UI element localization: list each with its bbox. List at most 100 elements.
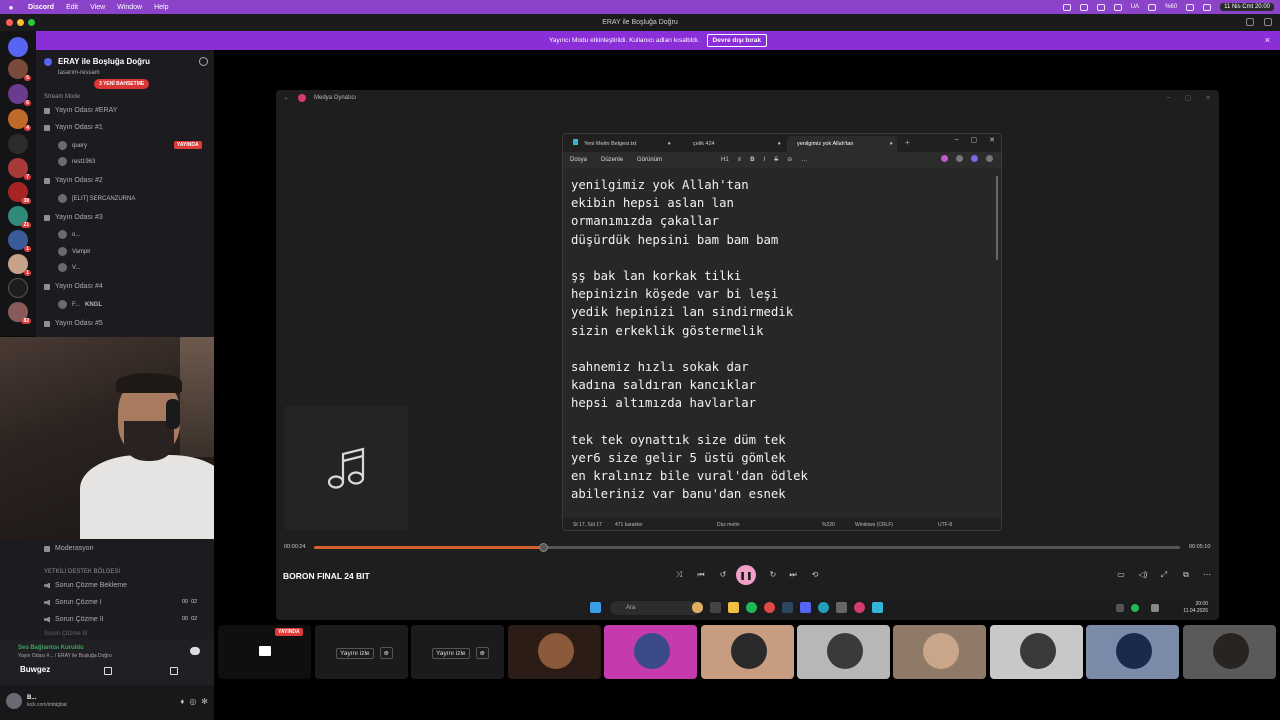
cast-icon[interactable]: ⧉ <box>1179 570 1193 580</box>
more-options-icon[interactable]: ⋯ <box>1200 570 1214 579</box>
channel-moderasyon[interactable]: Moderasyon <box>44 545 94 552</box>
disable-streamer-mode-button[interactable]: Devre dışı bırak <box>706 34 767 47</box>
menu-help[interactable]: Help <box>148 4 174 11</box>
menu-duzenle[interactable]: Düzenle <box>594 157 630 163</box>
disconnect-icon[interactable] <box>190 647 200 655</box>
previous-icon[interactable]: ⏮ <box>694 570 708 580</box>
voice-user[interactable]: F... KNGL <box>58 300 102 309</box>
server-icon[interactable]: 4 <box>8 109 31 131</box>
channel-sorun-cozme-1[interactable]: Sorun Çözme I <box>44 599 102 606</box>
channel-yayin-odasi-4[interactable]: Yayın Odası #4 <box>44 283 103 290</box>
voice-user[interactable]: o... <box>58 230 80 239</box>
menu-dosya[interactable]: Dosya <box>563 157 594 163</box>
notepad-text-area[interactable]: yenilgimiz yok Allah'tan ekibin hepsi asl… <box>563 168 1001 518</box>
bold-icon[interactable]: B <box>750 157 754 163</box>
tab-close-icon[interactable]: ● <box>777 136 781 152</box>
settings-gear-icon[interactable] <box>986 155 993 162</box>
section-stream-mode[interactable]: Stream Mode <box>44 94 80 100</box>
server-icon[interactable]: 6 <box>8 84 31 106</box>
tab-yeni-metin-belgesi[interactable]: Yeni Metin Belgesi.txt ● <box>565 136 675 152</box>
discord-icon[interactable] <box>800 602 811 613</box>
voice-channel-name[interactable]: Yayın Odası #... / ERAY ile Boşluğa Doğr… <box>18 653 112 659</box>
media-player-icon[interactable] <box>854 602 865 613</box>
server-icon[interactable]: 1 <box>8 230 31 252</box>
participant-tile[interactable] <box>893 625 986 679</box>
menu-window[interactable]: Window <box>111 4 148 11</box>
participant-tile[interactable] <box>797 625 890 679</box>
menu-edit[interactable]: Edit <box>60 4 84 11</box>
tray-icon[interactable] <box>1131 604 1139 612</box>
heading-dropdown[interactable]: H1 <box>721 157 729 163</box>
apple-icon[interactable]: ● <box>0 3 22 12</box>
strikethrough-icon[interactable]: S <box>774 157 778 163</box>
profile-icon[interactable] <box>971 155 978 162</box>
maximize-icon[interactable]: ▢ <box>971 136 978 144</box>
miniplayer-icon[interactable]: ▭ <box>1114 570 1128 579</box>
channel-yayin-odasi-3[interactable]: Yayın Odası #3 <box>44 214 103 221</box>
add-member-icon[interactable] <box>199 57 208 66</box>
voice-status[interactable]: Ses Bağlantısı Kuruldu <box>18 645 84 651</box>
voice-user[interactable]: query <box>58 141 87 150</box>
participant-tile[interactable] <box>508 625 601 679</box>
help-icon[interactable] <box>1264 18 1272 26</box>
zoom-icon[interactable]: ⊕ <box>475 647 489 659</box>
keyboard-layout[interactable]: UA <box>1131 4 1139 10</box>
channel-sorun-cozme-3[interactable]: Sorun Çözme III <box>44 631 87 637</box>
fullscreen-icon[interactable]: ⤢ <box>1157 570 1171 580</box>
server-icon[interactable]: 7 <box>8 158 31 180</box>
network-icon[interactable] <box>1151 604 1159 612</box>
participant-tile[interactable] <box>701 625 794 679</box>
edge-icon[interactable] <box>818 602 829 613</box>
voice-user[interactable]: [ELIT] SERCANZURNA <box>58 194 135 203</box>
channel-yayin-odasi-eray[interactable]: Yayın Odası #ERAY <box>44 107 117 114</box>
close-icon[interactable]: × <box>1265 35 1270 45</box>
steam-icon[interactable] <box>782 602 793 613</box>
line-ending[interactable]: Windows (CRLF) <box>855 522 893 528</box>
wifi-icon[interactable] <box>1186 3 1195 11</box>
tab-celik-424[interactable]: çelik 424 ● <box>677 136 785 152</box>
gear-icon[interactable]: ✻ <box>201 697 208 706</box>
rewind-icon[interactable]: ↺ <box>716 570 730 579</box>
avatar[interactable] <box>6 693 22 709</box>
notepad-icon[interactable] <box>872 602 883 613</box>
tab-yenilgimiz-yok[interactable]: yenilgimiz yok Allah'tan ● <box>787 136 897 152</box>
scrollbar[interactable] <box>996 176 998 260</box>
status-icon[interactable] <box>1062 3 1071 11</box>
close-icon[interactable]: ✕ <box>1205 94 1211 102</box>
tab-close-icon[interactable]: ● <box>889 136 893 152</box>
file-explorer-icon[interactable] <box>728 602 739 613</box>
channel-sorun-cozme-bekleme[interactable]: Sorun Çözme Bekleme <box>44 582 127 589</box>
status-icon[interactable] <box>1113 3 1122 11</box>
widgets-icon[interactable] <box>692 602 703 613</box>
new-mentions-badge[interactable]: 3 YENİ BAHSETME <box>94 79 150 89</box>
more-icon[interactable]: … <box>801 157 807 163</box>
app-icon[interactable] <box>836 602 847 613</box>
server-icon[interactable] <box>8 134 28 154</box>
task-view-icon[interactable] <box>710 602 721 613</box>
repeat-icon[interactable]: ⟲ <box>808 570 822 579</box>
discord-home-icon[interactable] <box>8 37 28 57</box>
status-icon[interactable] <box>1079 3 1088 11</box>
participant-tile[interactable] <box>604 625 697 679</box>
zoom-level[interactable]: %220 <box>822 522 835 528</box>
tray-icon[interactable] <box>1116 604 1124 612</box>
seek-handle[interactable] <box>538 543 548 552</box>
windows-start-icon[interactable] <box>590 602 601 613</box>
close-icon[interactable]: ✕ <box>989 136 995 144</box>
channel-yayin-odasi-2[interactable]: Yayın Odası #2 <box>44 177 103 184</box>
status-icon[interactable] <box>1096 3 1105 11</box>
new-tab-icon[interactable]: + <box>905 138 910 147</box>
zoom-icon[interactable]: ⊕ <box>379 647 393 659</box>
share-icon[interactable] <box>956 155 963 162</box>
participant-tile[interactable] <box>1086 625 1179 679</box>
microphone-icon[interactable]: ♦ <box>180 697 184 706</box>
next-icon[interactable]: ⏭ <box>786 570 800 580</box>
headphones-icon[interactable]: ◎ <box>189 697 196 706</box>
server-icon[interactable]: 21 <box>8 206 31 228</box>
taskbar-search[interactable]: Ara <box>610 601 702 615</box>
back-arrow-icon[interactable]: ← <box>284 95 290 101</box>
watch-stream-button[interactable]: Yayını izle <box>432 648 470 659</box>
minimize-icon[interactable]: – <box>1167 94 1171 102</box>
tab-close-icon[interactable]: ● <box>667 136 671 152</box>
italic-icon[interactable]: I <box>764 157 766 163</box>
